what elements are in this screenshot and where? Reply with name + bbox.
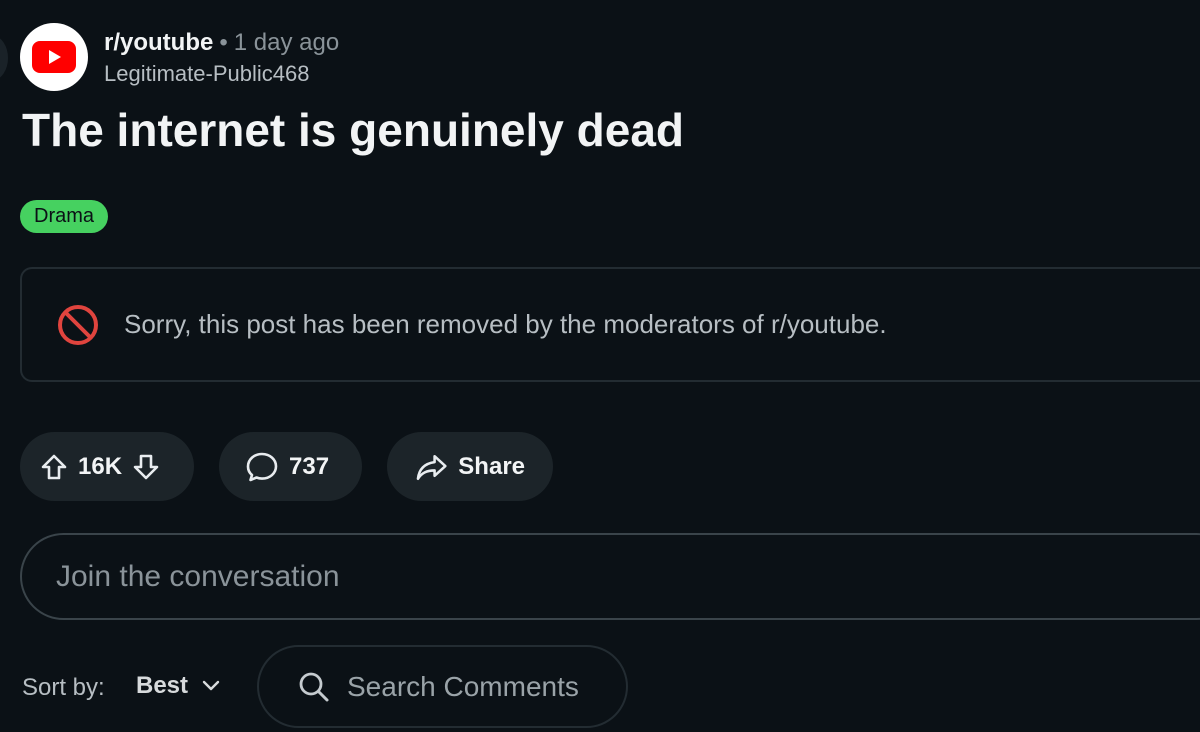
- removed-notice: Sorry, this post has been removed by the…: [20, 267, 1200, 382]
- post-title: The internet is genuinely dead: [22, 104, 685, 156]
- arrow-up-icon: [41, 454, 67, 479]
- speech-bubble-icon: [246, 452, 278, 481]
- comment-input[interactable]: Join the conversation: [20, 533, 1200, 620]
- meta-separator: •: [219, 29, 228, 56]
- upvote-button[interactable]: [34, 447, 74, 487]
- arrow-down-icon: [133, 454, 159, 479]
- vote-bar: 16K: [20, 432, 194, 501]
- search-comments-input[interactable]: Search Comments: [257, 645, 628, 728]
- post-page: r/youtube • 1 day ago Legitimate-Public468…: [0, 0, 1200, 732]
- author-link[interactable]: Legitimate-Public468: [104, 60, 309, 88]
- comment-input-placeholder: Join the conversation: [56, 559, 340, 593]
- vote-count: 16K: [78, 452, 123, 480]
- share-label: Share: [458, 452, 525, 480]
- prohibited-icon: [58, 304, 98, 345]
- magnifier-icon: [299, 672, 329, 701]
- search-comments-placeholder: Search Comments: [347, 670, 579, 702]
- back-button[interactable]: [0, 36, 8, 80]
- post-flair[interactable]: Drama: [20, 200, 109, 233]
- comment-count: 737: [289, 452, 330, 480]
- subreddit-link[interactable]: r/youtube: [104, 29, 213, 56]
- downvote-button[interactable]: [126, 447, 166, 487]
- share-arrow-icon: [416, 454, 447, 480]
- sort-value: Best: [136, 672, 189, 699]
- youtube-logo-icon: [32, 41, 76, 73]
- post-time: 1 day ago: [233, 29, 340, 56]
- post-meta: r/youtube • 1 day ago: [104, 28, 339, 58]
- share-button[interactable]: Share: [387, 432, 553, 501]
- comments-button[interactable]: 737: [219, 432, 362, 501]
- removed-notice-text: Sorry, this post has been removed by the…: [124, 309, 887, 339]
- sort-label: Sort by:: [22, 674, 105, 701]
- sort-dropdown[interactable]: Best: [136, 672, 220, 700]
- chevron-down-icon: [202, 680, 220, 691]
- subreddit-avatar[interactable]: [20, 23, 88, 91]
